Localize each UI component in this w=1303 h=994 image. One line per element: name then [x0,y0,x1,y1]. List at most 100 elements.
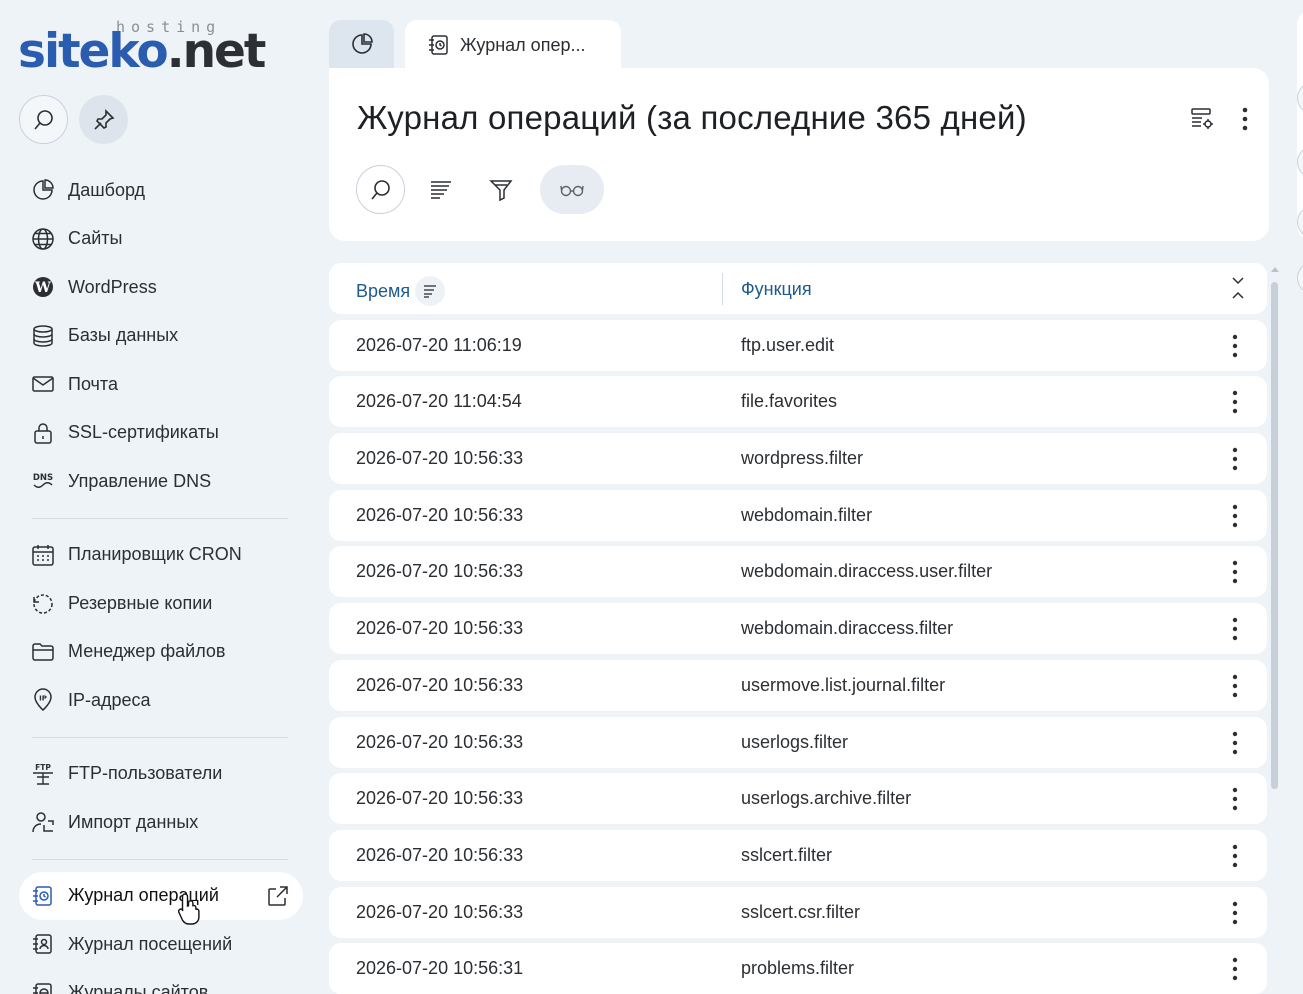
tab-journal[interactable]: Журнал опер... [405,20,621,70]
row-menu-button[interactable] [1225,445,1245,473]
hand-cursor-icon [177,893,200,925]
operations-table: Время Функция 2026-07-20 11:06:19 ftp.use… [329,263,1267,994]
sidebar-item-label: Планировщик CRON [68,544,242,565]
folder-icon [31,640,55,664]
sidebar-item-ip[interactable]: IP IP-адреса [19,676,303,725]
toolbar [356,165,615,214]
row-menu-button[interactable] [1225,842,1245,870]
cell-function: userlogs.filter [741,731,849,752]
globe-icon [31,227,55,251]
sidebar-item-mail[interactable]: Почта [19,360,303,409]
scroll-up-arrow-icon[interactable] [1270,265,1280,273]
table-row[interactable]: 2026-07-20 10:56:33 sslcert.filter [329,829,1267,881]
more-menu-button[interactable] [1241,106,1249,136]
sidebar-item-pie-chart[interactable]: Дашборд [19,166,303,215]
row-menu-button[interactable] [1225,955,1245,983]
sidebar-item-globe[interactable]: Сайты [19,215,303,264]
import-icon [31,810,55,834]
table-row[interactable]: 2026-07-20 10:56:33 webdomain.diraccess.f… [329,603,1267,655]
table-row[interactable]: 2026-07-20 10:56:31 problems.filter [329,943,1267,994]
row-menu-button[interactable] [1225,899,1245,927]
right-panel-button[interactable] [1297,262,1303,294]
cell-time: 2026-07-20 10:56:33 [356,448,524,469]
column-separator[interactable] [722,273,723,305]
page-title: Журнал операций (за последние 365 дней) [357,99,1027,136]
cell-time: 2026-07-20 10:56:33 [356,618,524,639]
table-row[interactable]: 2026-07-20 10:56:33 sslcert.csr.filter [329,886,1267,938]
table-settings-button[interactable] [1189,106,1215,136]
row-menu-button[interactable] [1225,388,1245,416]
tab-dashboard[interactable] [329,20,394,68]
table-row[interactable]: 2026-07-20 11:04:54 file.favorites [329,376,1267,428]
sidebar-item-ftp[interactable]: FTP FTP-пользователи [19,750,303,799]
sidebar-item-folder[interactable]: Менеджер файлов [19,628,303,677]
table-row[interactable]: 2026-07-20 10:56:33 userlogs.archive.filt… [329,773,1267,825]
kebab-menu-icon [1232,334,1238,357]
sidebar-item-lock[interactable]: SSL-сертификаты [19,409,303,458]
sidebar-item-dns[interactable]: DNS Управление DNS [19,457,303,506]
mail-icon [31,372,55,396]
row-menu-button[interactable] [1225,672,1245,700]
sidebar-item-label: Журнал посещений [68,933,233,954]
sidebar-item-database[interactable]: Базы данных [19,312,303,361]
sidebar-item-label: Дашборд [68,179,146,200]
sort-time-button[interactable] [415,276,446,306]
calendar-icon [31,543,55,567]
journal-icon [429,35,448,55]
sort-button[interactable] [416,165,465,214]
cell-time: 2026-07-20 11:06:19 [356,334,522,355]
cell-function: problems.filter [741,958,855,979]
row-menu-button[interactable] [1225,558,1245,586]
sidebar-search-button[interactable] [19,95,68,144]
page-header-card: Журнал операций (за последние 365 дней) [329,68,1269,241]
column-function-header[interactable]: Функция [741,279,812,300]
scrollbar[interactable] [1271,282,1278,789]
sidebar-item-sites-journal[interactable]: Журналы сайтов [19,969,303,994]
row-menu-button[interactable] [1225,332,1245,360]
backup-icon [31,591,55,615]
row-menu-button[interactable] [1225,729,1245,757]
table-body: 2026-07-20 11:06:19 ftp.user.edit 2026-07-… [329,319,1267,994]
pie-chart-icon [31,178,55,202]
table-row[interactable]: 2026-07-20 10:56:33 wordpress.filter [329,433,1267,485]
sidebar-divider [32,736,288,738]
sort-lines-icon [430,180,451,199]
cell-function: webdomain.diraccess.filter [741,618,954,639]
sidebar-item-journal[interactable]: Журнал операций [19,871,303,920]
open-in-new-tab-icon[interactable] [266,884,290,912]
row-menu-button[interactable] [1225,615,1245,643]
filter-button[interactable] [476,165,525,214]
ftp-icon: FTP [31,762,55,786]
table-row[interactable]: 2026-07-20 11:06:19 ftp.user.edit [329,319,1267,371]
row-menu-button[interactable] [1225,502,1245,530]
pin-icon [93,108,114,130]
pin-sidebar-button[interactable] [79,95,128,144]
preview-button[interactable] [540,165,604,214]
table-row[interactable]: 2026-07-20 10:56:33 webdomain.diraccess.u… [329,546,1267,598]
sidebar-item-label: WordPress [68,276,157,297]
sidebar-item-label: Менеджер файлов [68,641,226,662]
sidebar-item-calendar[interactable]: Планировщик CRON [19,531,303,580]
table-header: Время Функция [329,263,1267,314]
svg-text:DNS: DNS [33,473,53,483]
sidebar-item-backup[interactable]: Резервные копии [19,579,303,628]
ip-icon: IP [31,688,55,712]
table-row[interactable]: 2026-07-20 10:56:33 webdomain.filter [329,489,1267,541]
sidebar-item-visits-journal[interactable]: Журнал посещений [19,920,303,969]
table-row[interactable]: 2026-07-20 10:56:33 userlogs.filter [329,716,1267,768]
kebab-menu-icon [1232,391,1238,414]
card-actions [1189,106,1249,136]
row-menu-button[interactable] [1225,785,1245,813]
search-table-button[interactable] [356,165,405,214]
journal-icon [31,884,55,908]
collapse-rows-button[interactable] [1231,275,1245,305]
cell-function: usermove.list.journal.filter [741,674,946,695]
sidebar-item-label: SSL-сертификаты [68,422,219,443]
sidebar-item-import[interactable]: Импорт данных [19,798,303,847]
table-row[interactable]: 2026-07-20 10:56:33 usermove.list.journal… [329,659,1267,711]
column-time-header[interactable]: Время [356,276,446,306]
logo[interactable]: hosting siteko.net [18,14,266,79]
cell-function: sslcert.csr.filter [741,901,861,922]
cell-time: 2026-07-20 10:56:33 [356,844,524,865]
sidebar-item-wordpress[interactable]: W WordPress [19,263,303,312]
